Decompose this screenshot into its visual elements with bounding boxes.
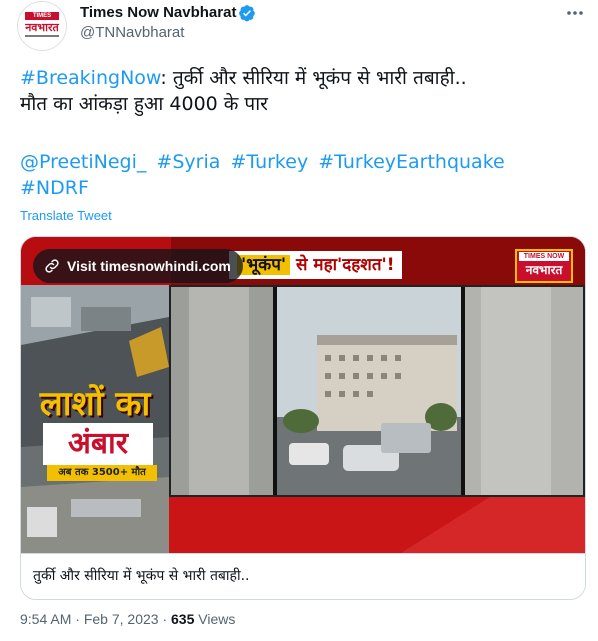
tweet-mentions-hashtags: @PreetiNegi_ #Syria #Turkey #TurkeyEarth…	[20, 149, 580, 201]
channel-logo: TIMES NOW नवभारत	[515, 249, 573, 283]
visit-site-button[interactable]: Visit timesnowhindi.com	[33, 249, 243, 283]
card-image-headline: 'भूकंप' से महा'दहशत'!	[229, 251, 403, 279]
tweet-line1-text: : तुर्की और सीरिया में भूकंप से भारी तबा…	[160, 67, 467, 89]
views-label: Views	[198, 611, 236, 627]
tweet-date[interactable]: Feb 7, 2023	[84, 611, 159, 627]
author-handle[interactable]: @TNNavbharat	[80, 24, 184, 42]
hashtag-turkey[interactable]: #Turkey	[230, 151, 308, 173]
hashtag-turkeyearthquake[interactable]: #TurkeyEarthquake	[318, 151, 504, 173]
verified-badge-icon	[239, 5, 255, 22]
views-count: 635	[171, 611, 195, 627]
tweet-meta: 9:54 AM · Feb 7, 2023 · 635 Views	[20, 611, 235, 627]
avatar-logo-top: TIMES NOW	[25, 12, 59, 27]
avatar-logo-underline	[25, 35, 59, 37]
more-options-icon[interactable]	[560, 2, 590, 24]
card-image[interactable]: 'भूकंप' से महा'दहशत'! TIMES NOW नवभारत ल…	[21, 237, 585, 553]
hashtag-ndrf[interactable]: #NDRF	[20, 177, 89, 199]
card-image-side-line2: अंबार	[43, 423, 153, 465]
link-card[interactable]: 'भूकंप' से महा'दहशत'! TIMES NOW नवभारत ल…	[20, 236, 586, 600]
channel-logo-bottom: नवभारत	[525, 263, 563, 277]
visit-site-label: Visit timesnowhindi.com	[67, 258, 231, 274]
mention-link[interactable]: @PreetiNegi_	[20, 151, 146, 173]
card-title[interactable]: तुर्की और सीरिया में भूकंप से भारी तबाही…	[33, 566, 250, 585]
avatar-logo-mid: नवभारत	[25, 21, 59, 34]
meta-separator: ·	[162, 611, 172, 627]
hashtag-breakingnow[interactable]: #BreakingNow	[20, 67, 160, 89]
card-image-side-line3: अब तक 3500+ मौत	[47, 465, 157, 481]
channel-logo-top: TIMES NOW	[519, 252, 569, 261]
author-name[interactable]: Times Now Navbharat	[80, 4, 236, 22]
translate-tweet-link[interactable]: Translate Tweet	[20, 208, 112, 223]
hashtag-syria[interactable]: #Syria	[156, 151, 220, 173]
card-image-headline-quake: 'भूकंप'	[237, 255, 291, 275]
link-icon	[45, 259, 59, 273]
tweet-text: #BreakingNow: तुर्की और सीरिया में भूकंप…	[20, 65, 580, 117]
meta-separator: ·	[75, 611, 84, 627]
card-image-headline-rest: से महा'दहशत'!	[296, 255, 395, 275]
card-image-side-line1: लाशों का	[39, 384, 151, 424]
card-footer[interactable]: तुर्की और सीरिया में भूकंप से भारी तबाही…	[21, 553, 585, 599]
tweet-line2-text: मौत का आंकड़ा हुआ 4000 के पार	[20, 93, 268, 115]
tweet-time[interactable]: 9:54 AM	[20, 611, 71, 627]
avatar[interactable]: TIMES NOW नवभारत	[17, 1, 67, 51]
